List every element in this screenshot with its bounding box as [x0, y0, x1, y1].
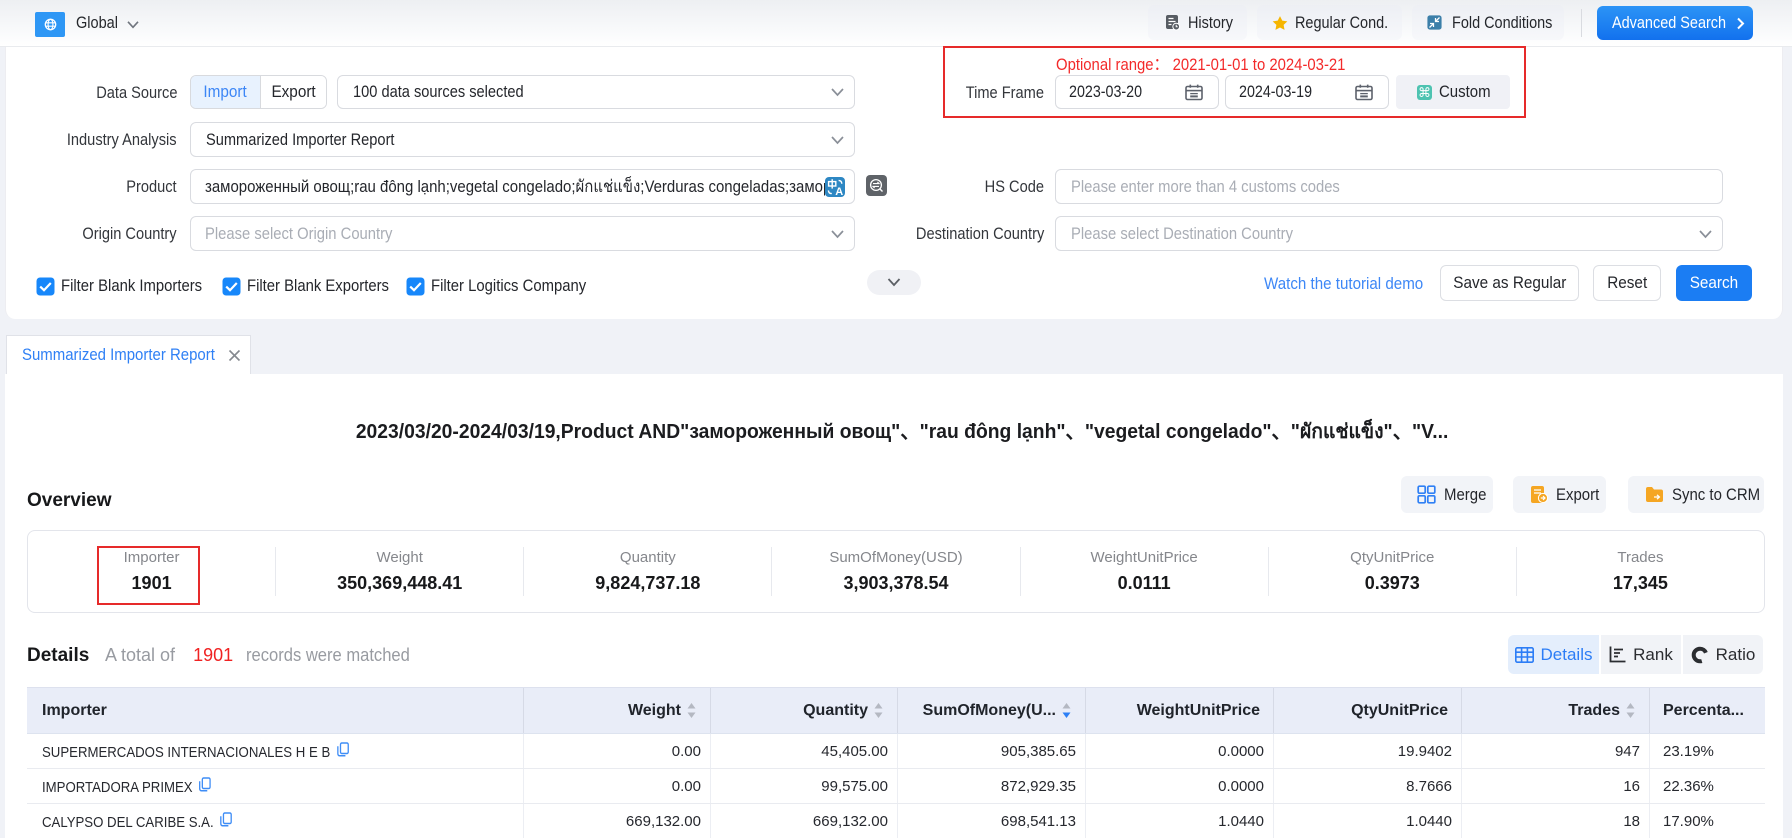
svg-text:A: A	[835, 186, 843, 197]
